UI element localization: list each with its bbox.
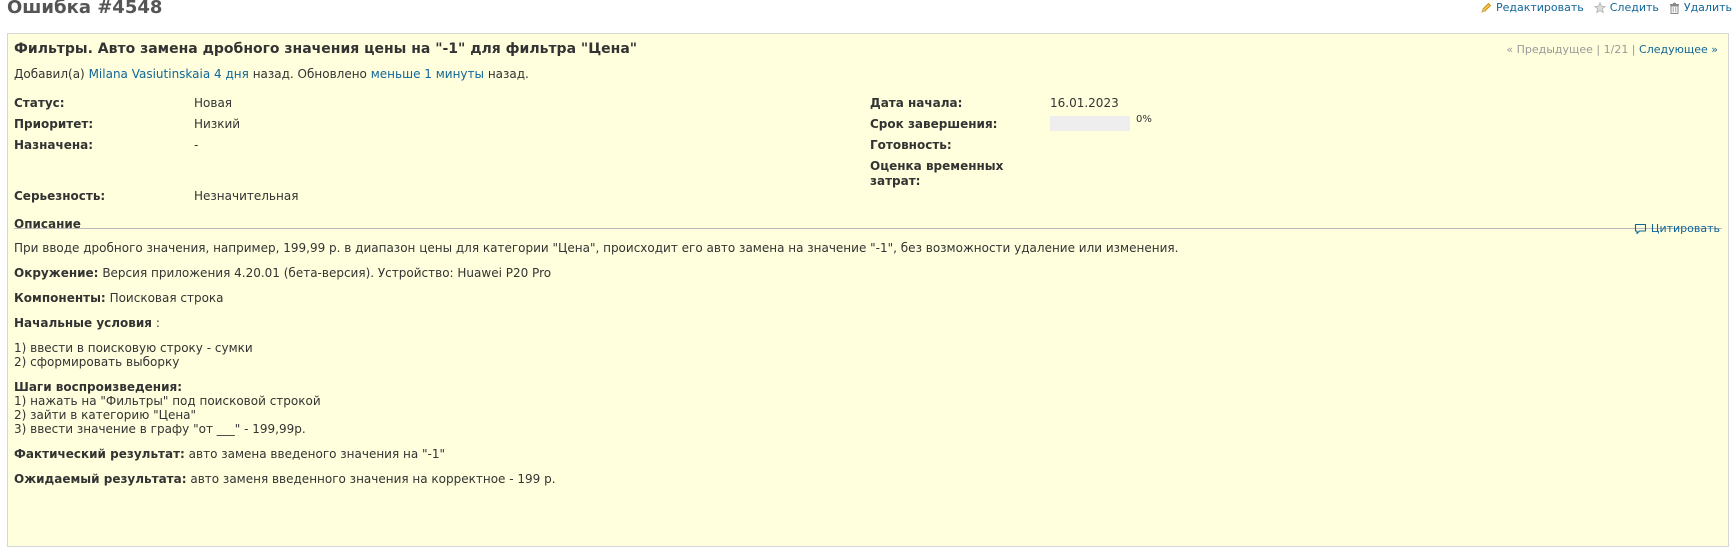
step-item: 3) ввести значение в графу "от ___" - 19… — [14, 422, 306, 436]
description-summary: При вводе дробного значения, например, 1… — [14, 241, 1179, 255]
preconditions-label: Начальные условия — [14, 316, 152, 330]
next-issue-link[interactable]: Следующее » — [1639, 43, 1718, 56]
author-prefix: Добавил(а) — [14, 67, 85, 81]
delete-link[interactable]: Удалить — [1669, 1, 1732, 14]
issue-author-line: Добавил(а) Milana Vasiutinskaia 4 дня на… — [14, 67, 529, 81]
preconditions-colon: : — [155, 316, 160, 330]
severity-value: Незначительная — [194, 189, 299, 203]
after-updated-text: назад. — [487, 67, 529, 81]
attributes-separator — [14, 228, 1722, 229]
trash-icon — [1669, 2, 1679, 14]
preconditions-list: 1) ввести в поисковую строку - сумки 2) … — [14, 341, 1714, 369]
issue-navigation: « Предыдущее | 1/21 | Следующее » — [1506, 43, 1718, 56]
status-label: Статус: — [14, 96, 65, 110]
components-label: Компоненты: — [14, 291, 106, 305]
estimated-time-label-line1: Оценка временных — [870, 159, 1004, 173]
nav-separator: | — [1628, 43, 1640, 56]
done-ratio-text: 0% — [1136, 114, 1152, 125]
done-ratio-progress-bar — [1050, 116, 1130, 131]
quote-link[interactable]: Цитировать — [1634, 222, 1720, 235]
issue-subject: Фильтры. Авто замена дробного значения ц… — [14, 41, 638, 57]
estimated-time-label: Оценка временных затрат: — [870, 159, 1003, 189]
after-created-text: назад. Обновлено — [252, 67, 367, 81]
preconditions-heading: Начальные условия : — [14, 316, 1714, 330]
actual-result-value: авто замена введеного значения на "-1" — [188, 447, 446, 461]
components-value: Поисковая строка — [109, 291, 224, 305]
speech-bubble-icon — [1634, 223, 1646, 234]
prev-issue-link[interactable]: « Предыдущее — [1506, 43, 1593, 56]
actual-result-line: Фактический результат: авто замена введе… — [14, 447, 1714, 461]
expected-result-line: Ожидаемый результата: авто заменя введен… — [14, 472, 1714, 486]
page-title: Ошибка #4548 — [7, 0, 163, 18]
priority-label: Приоритет: — [14, 117, 94, 131]
issue-actions: Редактировать Следить Удалить — [1470, 1, 1732, 14]
done-ratio-label: Готовность: — [870, 138, 952, 152]
environment-line: Окружение: Версия приложения 4.20.01 (бе… — [14, 266, 1714, 280]
description-body: При вводе дробного значения, например, 1… — [14, 241, 1714, 497]
environment-value: Версия приложения 4.20.01 (бета-версия).… — [102, 266, 552, 280]
step-item: 1) нажать на "Фильтры" под поисковой стр… — [14, 394, 321, 408]
environment-label: Окружение: — [14, 266, 99, 280]
nav-separator: | — [1596, 43, 1604, 56]
due-date-label: Срок завершения: — [870, 117, 998, 131]
status-value: Новая — [194, 96, 233, 110]
components-line: Компоненты: Поисковая строка — [14, 291, 1714, 305]
watch-label: Следить — [1609, 1, 1659, 14]
expected-result-value: авто заменя введенного значения на корре… — [190, 472, 556, 486]
steps-block: Шаги воспроизведения: 1) нажать на "Филь… — [14, 380, 1714, 436]
priority-value: Низкий — [194, 117, 241, 131]
description-title: Описание — [14, 217, 81, 231]
actual-result-label: Фактический результат: — [14, 447, 185, 461]
issue-panel: « Предыдущее | 1/21 | Следующее » Фильтр… — [7, 33, 1729, 547]
assignee-value: - — [194, 138, 199, 152]
quote-label: Цитировать — [1650, 222, 1720, 235]
watch-link[interactable]: Следить — [1593, 1, 1659, 14]
issue-position: 1/21 — [1603, 43, 1629, 56]
steps-label: Шаги воспроизведения: — [14, 380, 182, 394]
updated-ago-link[interactable]: меньше 1 минуты — [371, 67, 484, 81]
start-date-value: 16.01.2023 — [1050, 96, 1119, 110]
pencil-icon — [1481, 2, 1492, 13]
assignee-label: Назначена: — [14, 138, 94, 152]
star-icon — [1593, 1, 1606, 13]
severity-label: Серьезность: — [14, 189, 106, 203]
expected-result-label: Ожидаемый результата: — [14, 472, 187, 486]
precondition-item: 1) ввести в поисковую строку - сумки — [14, 341, 253, 355]
step-item: 2) зайти в категорию "Цена" — [14, 408, 197, 422]
author-link[interactable]: Milana Vasiutinskaia — [89, 67, 211, 81]
start-date-label: Дата начала: — [870, 96, 963, 110]
created-ago-link[interactable]: 4 дня — [214, 67, 249, 81]
estimated-time-label-line2: затрат: — [870, 174, 921, 188]
precondition-item: 2) сформировать выборку — [14, 355, 180, 369]
delete-label: Удалить — [1683, 1, 1732, 14]
edit-label: Редактировать — [1495, 1, 1584, 14]
edit-link[interactable]: Редактировать — [1480, 1, 1584, 14]
